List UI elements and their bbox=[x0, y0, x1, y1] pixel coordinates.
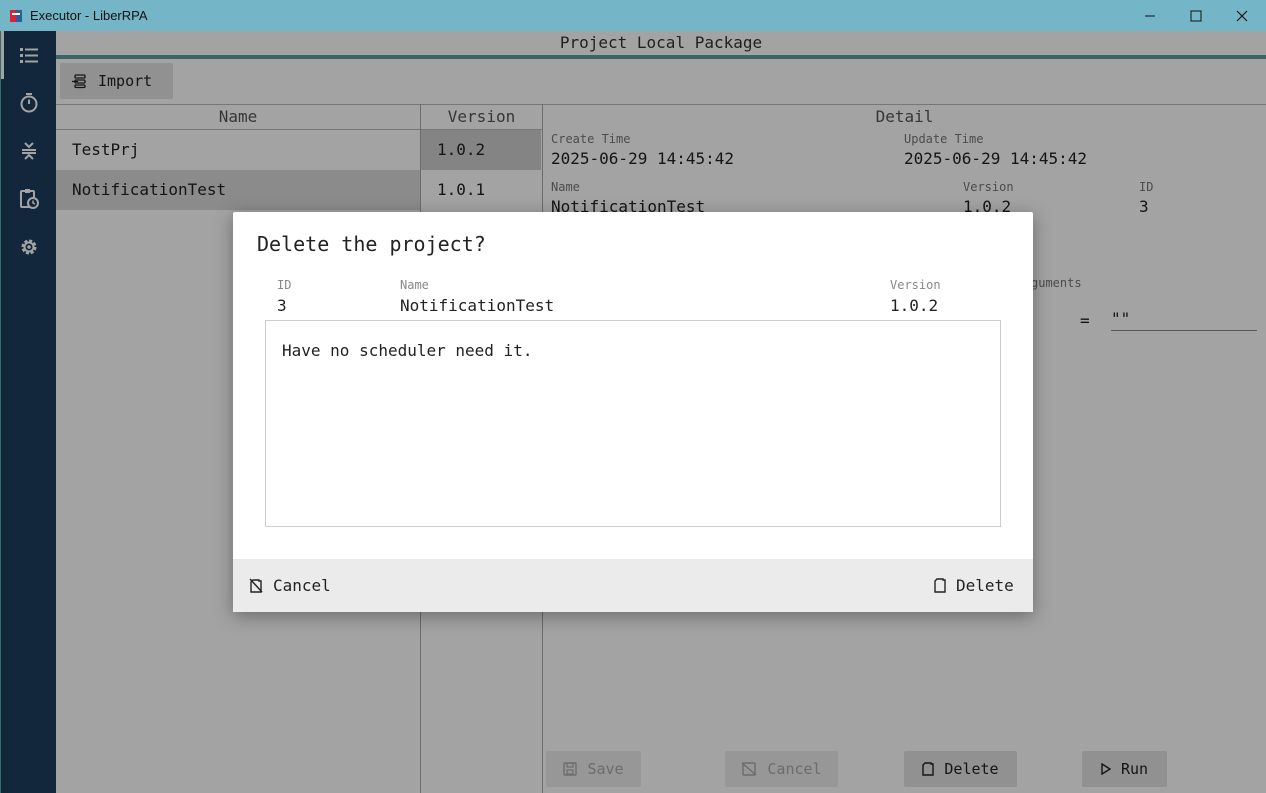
dialog-id-label: ID bbox=[277, 278, 292, 292]
dialog-title: Delete the project? bbox=[257, 232, 486, 256]
close-icon bbox=[1236, 10, 1248, 21]
no-trash-icon bbox=[249, 578, 263, 593]
close-window-button[interactable] bbox=[1219, 0, 1265, 31]
dialog-delete-label: Delete bbox=[956, 576, 1014, 595]
dialog-name-label: Name bbox=[400, 278, 429, 292]
dialog-id-value: 3 bbox=[277, 296, 287, 315]
maximize-icon bbox=[1190, 10, 1202, 21]
dialog-version-label: Version bbox=[890, 278, 941, 292]
app-logo-icon bbox=[10, 9, 22, 22]
dialog-message-box: Have no scheduler need it. bbox=[265, 320, 1001, 527]
dialog-name-value: NotificationTest bbox=[400, 296, 555, 315]
dialog-cancel-label: Cancel bbox=[273, 576, 331, 595]
title-bar: Executor - LiberRPA bbox=[0, 0, 1266, 31]
minimize-button[interactable] bbox=[1127, 0, 1173, 31]
window-title: Executor - LiberRPA bbox=[30, 8, 148, 23]
dialog-delete-button[interactable]: Delete bbox=[934, 559, 1014, 612]
dialog-footer: Cancel Delete bbox=[233, 559, 1033, 612]
maximize-button[interactable] bbox=[1173, 0, 1219, 31]
dialog-version-value: 1.0.2 bbox=[890, 296, 939, 315]
minimize-icon bbox=[1145, 15, 1155, 16]
trash-icon bbox=[934, 578, 946, 593]
dialog-cancel-button[interactable]: Cancel bbox=[249, 559, 331, 612]
delete-confirm-dialog: Delete the project? ID 3 Name Notificati… bbox=[233, 212, 1033, 612]
